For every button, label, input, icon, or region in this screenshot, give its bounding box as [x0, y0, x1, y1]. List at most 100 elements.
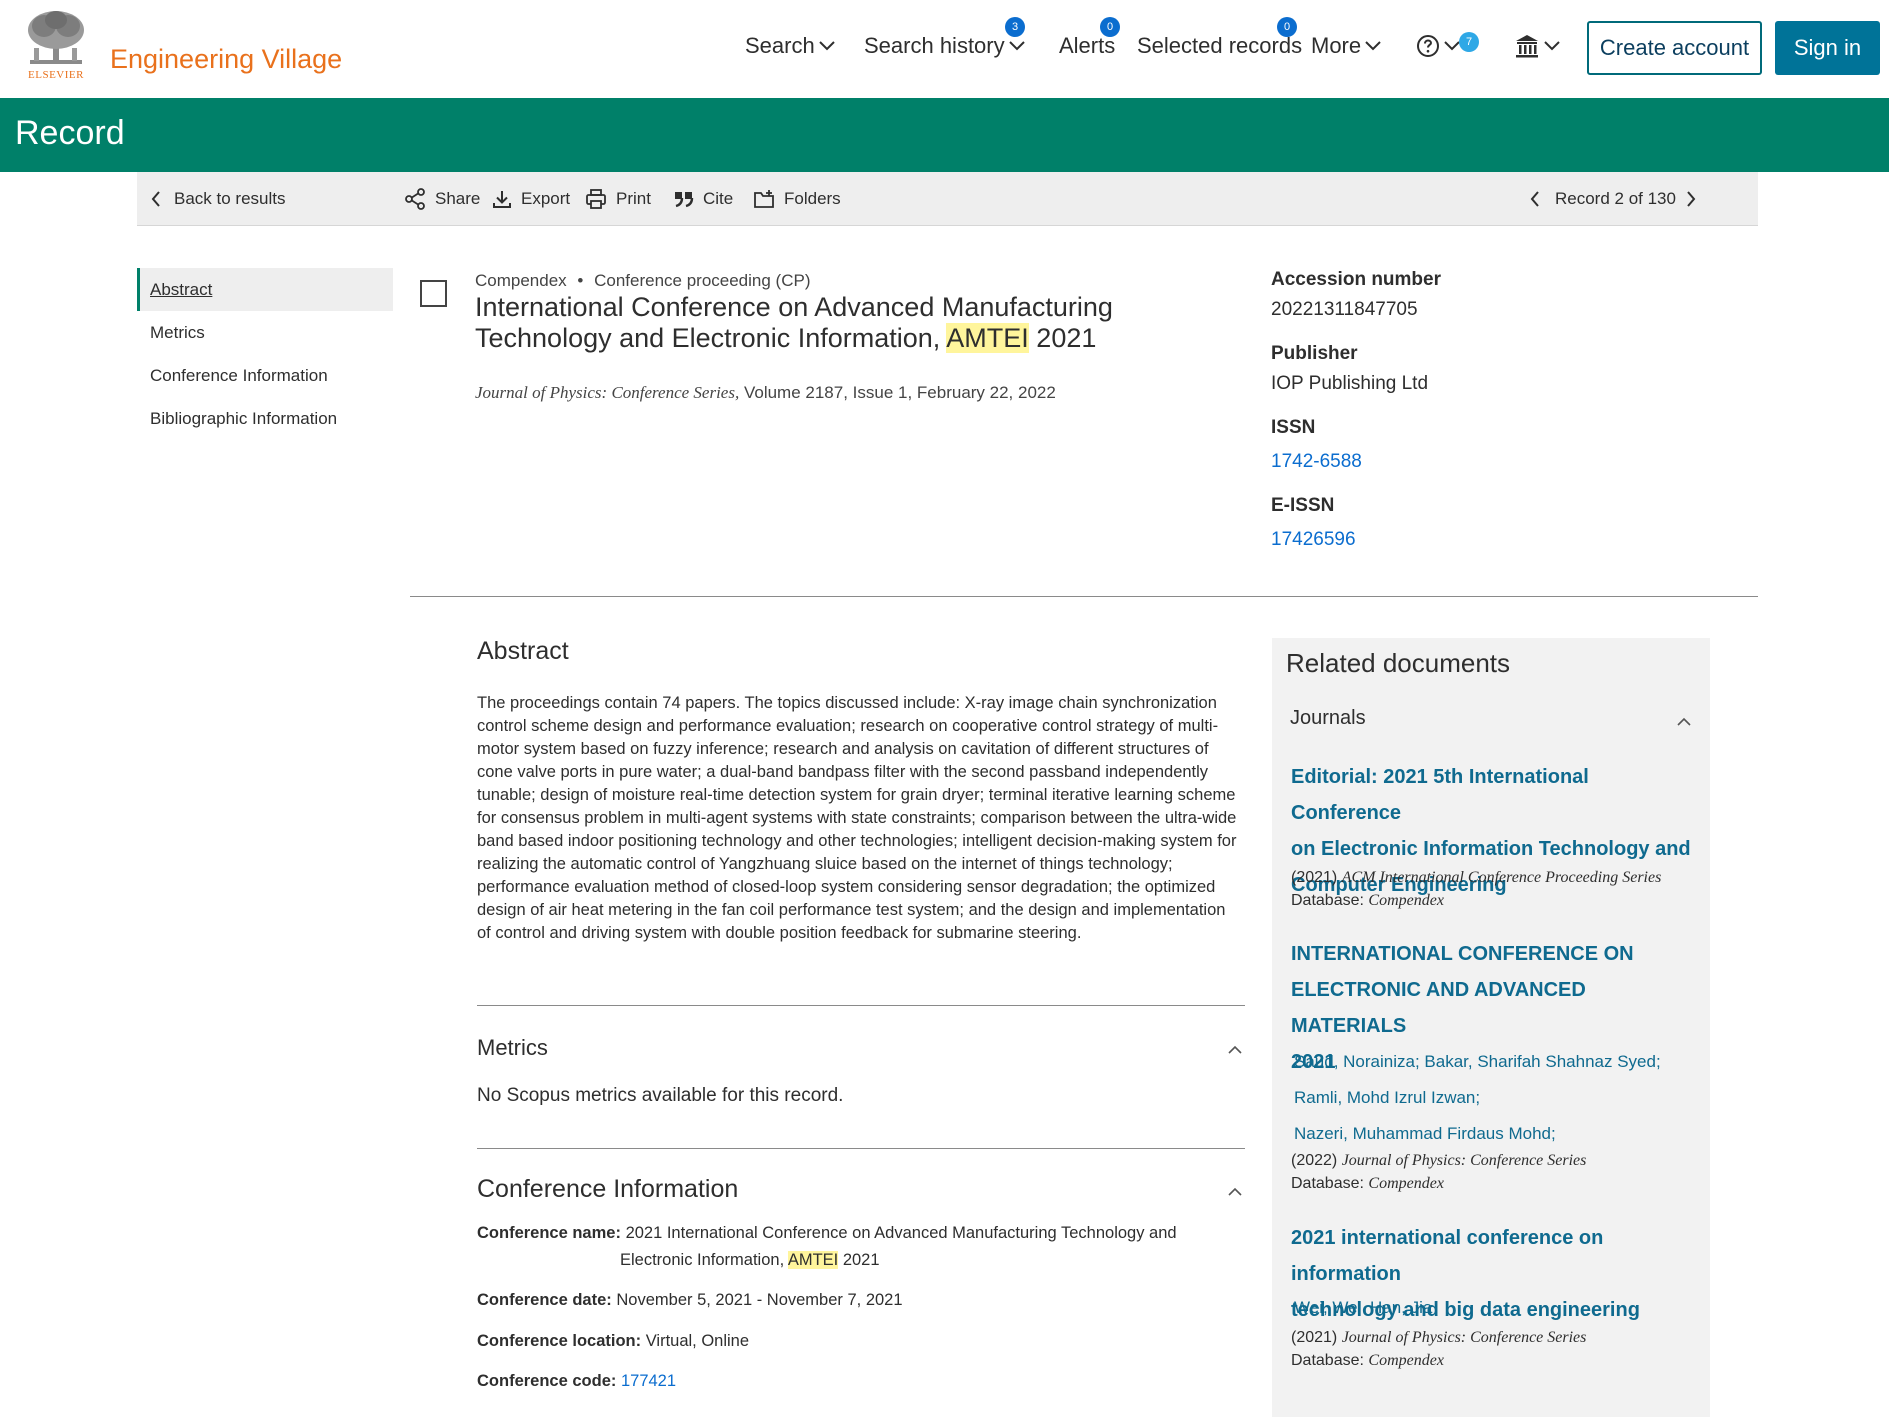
page-title: Record [15, 114, 125, 152]
record-title-year: 2021 [1028, 323, 1097, 353]
conference-code-link[interactable]: 177421 [621, 1372, 676, 1390]
issn-link[interactable]: 1742-6588 [1271, 451, 1571, 473]
publisher-label: Publisher [1271, 343, 1358, 364]
related-doc-3-author[interactable]: Wei, Wei [1294, 1298, 1361, 1318]
download-icon [493, 191, 511, 208]
related-doc-source: Journal of Physics: Conference Series [1341, 1152, 1587, 1169]
nav-search[interactable]: Search [745, 30, 835, 62]
cite-button[interactable]: Cite [674, 172, 733, 226]
related-doc-year: (2022) [1291, 1152, 1338, 1169]
related-doc-3-meta: (2021) Journal of Physics: Conference Se… [1291, 1326, 1586, 1372]
conference-location-value: Virtual, Online [645, 1332, 750, 1350]
alerts-badge: 0 [1100, 17, 1120, 37]
record-title: International Conference on Advanced Man… [475, 292, 1255, 354]
back-to-results-button[interactable]: Back to results [151, 172, 286, 226]
divider [477, 1148, 1245, 1149]
related-doc-title-line: Editorial: 2021 5th International Confer… [1291, 766, 1589, 824]
collapse-conference-icon[interactable] [1228, 1187, 1242, 1196]
related-doc-title-line: ELECTRONIC AND ADVANCED MATERIALS [1291, 979, 1586, 1037]
nav-institution[interactable] [1514, 30, 1560, 62]
nav-search-label: Search [745, 33, 815, 58]
record-metadata: Accession number 20221311847705 Publishe… [1271, 269, 1571, 551]
selected-records-badge: 0 [1277, 17, 1297, 37]
nav-alerts-label: Alerts [1059, 33, 1116, 58]
section-nav-bibliographic-information[interactable]: Bibliographic Information [137, 397, 393, 440]
conference-name-line2: Electronic Information, [620, 1251, 788, 1269]
related-doc-db-label: Database: [1291, 1352, 1364, 1369]
select-record-checkbox[interactable] [420, 280, 447, 307]
record-doc-type: Conference proceeding (CP) [594, 271, 811, 290]
conference-code-row: Conference code: 177421 [477, 1368, 676, 1395]
nav-more[interactable]: More [1311, 30, 1381, 62]
related-doc-2-author[interactable]: Nazeri, Muhammad Firdaus Mohd; [1294, 1124, 1556, 1144]
folders-button[interactable]: Folders [753, 172, 841, 226]
record-title-highlight: AMTEI [946, 323, 1029, 353]
section-nav-conference-information[interactable]: Conference Information [137, 354, 393, 397]
next-record-icon[interactable] [1686, 191, 1696, 207]
export-button[interactable]: Export [492, 172, 570, 226]
related-group-journals[interactable]: Journals [1290, 707, 1366, 730]
conference-date-row: Conference date: November 5, 2021 - Nove… [477, 1287, 903, 1314]
section-nav-metrics[interactable]: Metrics [137, 311, 393, 354]
chevron-down-icon [1544, 41, 1560, 51]
chevron-down-icon [819, 41, 835, 51]
conference-date-value: November 5, 2021 - November 7, 2021 [616, 1291, 903, 1309]
related-doc-db: Compendex [1368, 1352, 1444, 1369]
nav-more-label: More [1311, 33, 1362, 58]
related-doc-2-author[interactable]: Saud, Norainiza; Bakar, Sharifah Shahnaz… [1294, 1052, 1661, 1072]
brand-engineering-village[interactable]: Engineering Village [110, 44, 342, 75]
divider [410, 596, 1758, 597]
chevron-down-icon [1008, 41, 1025, 51]
conference-location-label: Conference location: [477, 1332, 642, 1350]
nav-help[interactable] [1416, 30, 1460, 62]
nav-search-history-label: Search history [864, 33, 1005, 58]
abstract-text: The proceedings contain 74 papers. The t… [477, 694, 1237, 942]
section-nav-abstract[interactable]: Abstract [137, 268, 393, 311]
record-position: Record 2 of 130 [1555, 189, 1676, 208]
print-icon [586, 189, 606, 209]
related-doc-3-author[interactable]: Han, Jia [1370, 1298, 1432, 1318]
chevron-down-icon [1444, 41, 1460, 51]
record-journal-line: Journal of Physics: Conference Series, V… [475, 383, 1056, 403]
sign-in-button[interactable]: Sign in [1775, 21, 1880, 75]
related-documents-panel: Related documents Journals Editorial: 20… [1272, 638, 1710, 1417]
record-journal: Journal of Physics: Conference Series, [475, 383, 740, 402]
eissn-label: E-ISSN [1271, 495, 1335, 516]
export-label: Export [521, 189, 571, 208]
conference-name-label: Conference name: [477, 1224, 621, 1242]
page-title-band: Record [0, 98, 1889, 172]
conference-location-row: Conference location: Virtual, Online [477, 1328, 749, 1355]
related-doc-title-line: on Electronic Information Technology and [1291, 838, 1691, 860]
top-header: ELSEVIER Engineering Village Search Sear… [0, 0, 1889, 98]
record-separator: • [577, 271, 584, 290]
issn-label: ISSN [1271, 417, 1316, 438]
nav-selected-records[interactable]: Selected records [1137, 30, 1302, 62]
print-label: Print [616, 189, 651, 208]
collapse-metrics-icon[interactable] [1228, 1045, 1242, 1054]
chevron-down-icon [1365, 41, 1381, 51]
related-doc-db: Compendex [1368, 892, 1444, 909]
collapse-journals-icon[interactable] [1677, 717, 1691, 726]
help-icon [1417, 35, 1439, 57]
nav-search-history[interactable]: Search history [864, 30, 1025, 62]
elsevier-logo[interactable]: ELSEVIER [22, 8, 90, 82]
conference-name-row: Conference name: 2021 International Conf… [477, 1220, 1177, 1247]
print-button[interactable]: Print [585, 172, 651, 226]
related-doc-1-meta: (2021) ACM International Conference Proc… [1291, 866, 1661, 912]
metrics-heading: Metrics [477, 1035, 548, 1060]
previous-record-icon[interactable] [1530, 191, 1540, 207]
help-badge: 7 [1459, 32, 1479, 52]
share-button[interactable]: Share [404, 172, 480, 226]
related-doc-source: ACM International Conference Proceeding … [1341, 869, 1662, 886]
conference-name-year: 2021 [838, 1251, 880, 1269]
elsevier-tree-icon [28, 11, 84, 64]
folders-label: Folders [784, 189, 841, 208]
related-doc-title-line: INTERNATIONAL CONFERENCE ON [1291, 943, 1634, 965]
abstract-heading: Abstract [477, 637, 569, 665]
related-doc-2-author[interactable]: Ramli, Mohd Izrul Izwan; [1294, 1088, 1480, 1108]
eissn-link[interactable]: 17426596 [1271, 529, 1571, 551]
quote-icon [675, 192, 694, 208]
create-account-button[interactable]: Create account [1587, 21, 1762, 75]
conference-date-label: Conference date: [477, 1291, 612, 1309]
related-doc-source: Journal of Physics: Conference Series [1341, 1329, 1587, 1346]
